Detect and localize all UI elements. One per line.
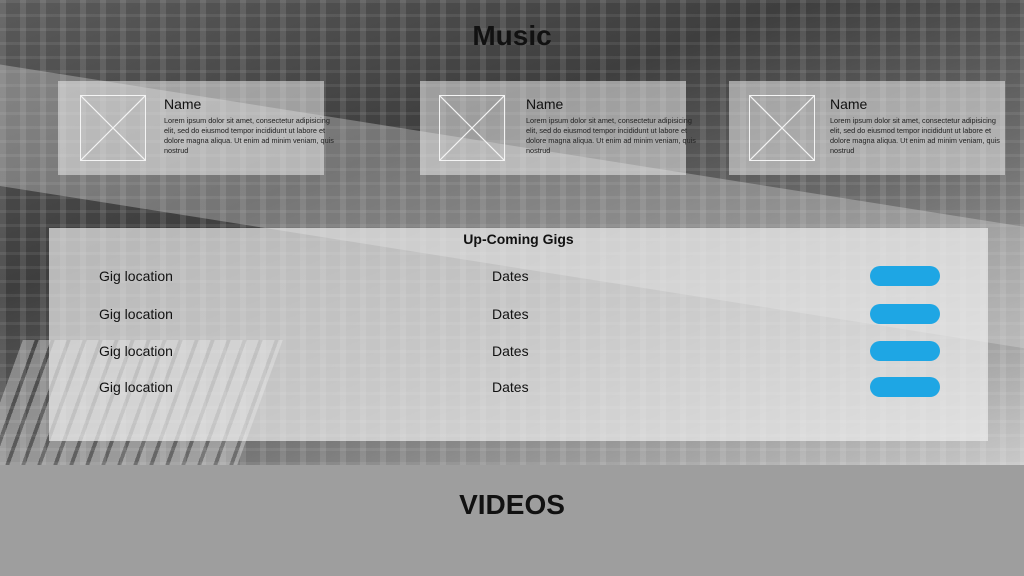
card-name: Name <box>164 96 202 112</box>
gig-action-button[interactable] <box>870 304 940 324</box>
image-placeholder-icon <box>80 95 146 161</box>
image-placeholder-icon <box>439 95 505 161</box>
gig-action-button[interactable] <box>870 377 940 397</box>
card-description: Lorem ipsum dolor sit amet, consectetur … <box>164 116 334 155</box>
image-placeholder-icon <box>749 95 815 161</box>
gig-dates: Dates <box>492 379 529 395</box>
gig-location: Gig location <box>99 343 173 359</box>
gig-dates: Dates <box>492 343 529 359</box>
gigs-title: Up-Coming Gigs <box>463 231 574 247</box>
gig-action-button[interactable] <box>870 266 940 286</box>
card-description: Lorem ipsum dolor sit amet, consectetur … <box>830 116 1000 155</box>
gig-action-button[interactable] <box>870 341 940 361</box>
gig-dates: Dates <box>492 268 529 284</box>
gig-location: Gig location <box>99 379 173 395</box>
upcoming-gigs-panel: Up-Coming Gigs Gig location Dates Gig lo… <box>49 228 988 441</box>
gig-location: Gig location <box>99 306 173 322</box>
videos-section: VIDEOS <box>0 465 1024 576</box>
gig-row: Gig location Dates <box>49 304 988 326</box>
music-card[interactable]: Name Lorem ipsum dolor sit amet, consect… <box>58 81 334 175</box>
videos-title: VIDEOS <box>459 489 565 520</box>
gig-dates: Dates <box>492 306 529 322</box>
gig-location: Gig location <box>99 268 173 284</box>
gig-row: Gig location Dates <box>49 266 988 288</box>
gig-row: Gig location Dates <box>49 377 988 399</box>
gig-row: Gig location Dates <box>49 341 988 363</box>
card-description: Lorem ipsum dolor sit amet, consectetur … <box>526 116 696 155</box>
music-card[interactable]: Name Lorem ipsum dolor sit amet, consect… <box>420 81 696 175</box>
card-name: Name <box>830 96 868 112</box>
card-name: Name <box>526 96 564 112</box>
music-card[interactable]: Name Lorem ipsum dolor sit amet, consect… <box>729 81 1005 175</box>
music-title: Music <box>472 20 552 51</box>
